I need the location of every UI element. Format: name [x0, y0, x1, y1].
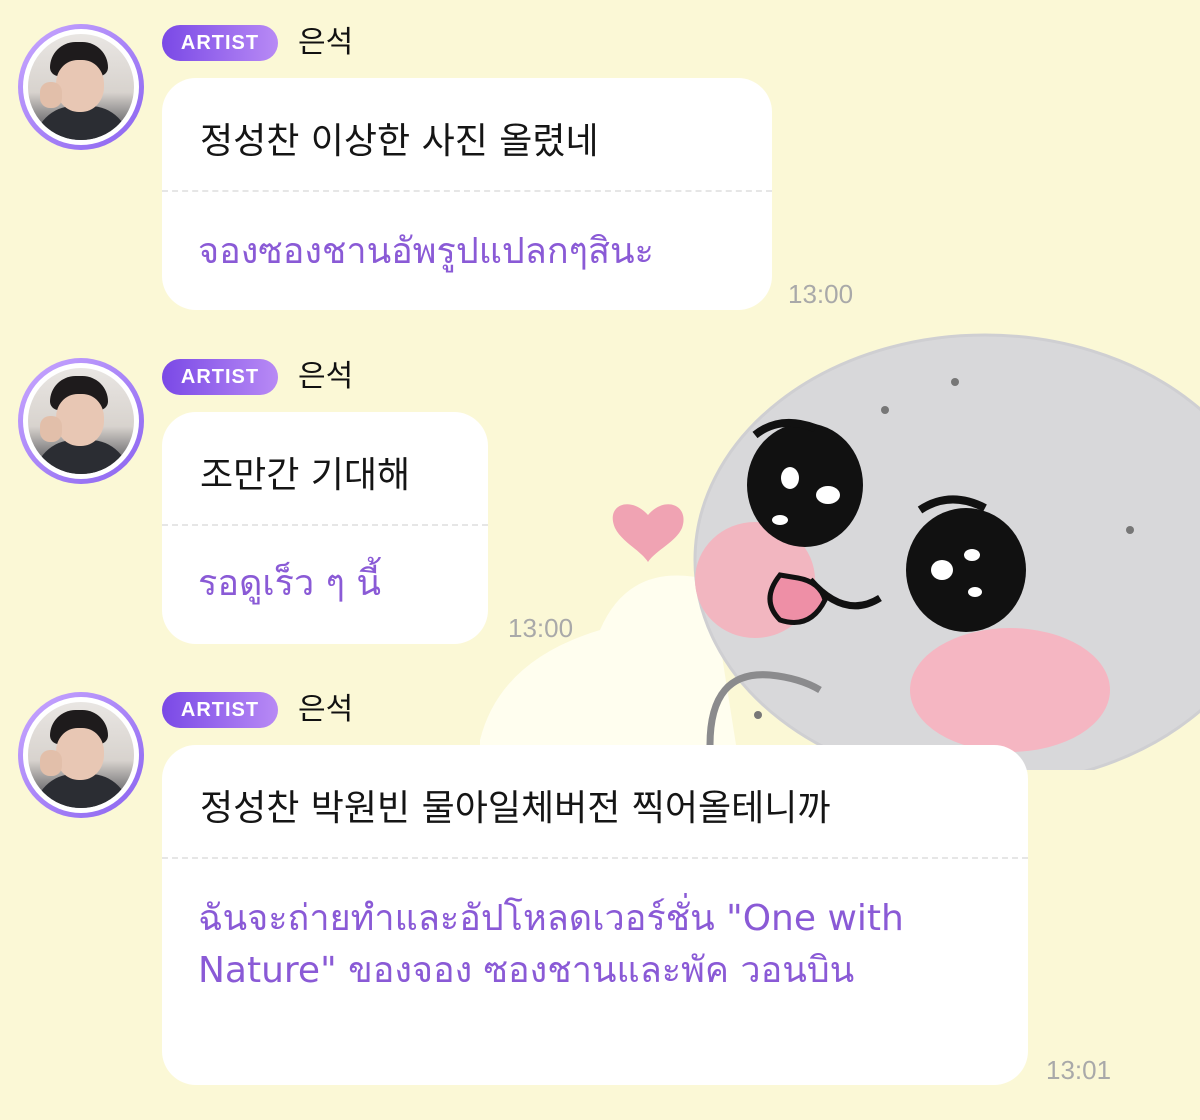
translation-text: รอดูเร็ว ๆ นี้	[198, 563, 382, 604]
artist-badge: ARTIST	[162, 359, 278, 395]
profile-photo	[28, 702, 134, 808]
timestamp: 13:01	[1046, 1055, 1112, 1085]
translation-text: ฉันจะถ่ายทำและอัปโหลดเวอร์ชั่น "One with…	[198, 898, 904, 991]
ghost-sticker-icon	[480, 333, 1200, 770]
avatar[interactable]	[18, 24, 144, 150]
sender-name: 은석	[298, 692, 354, 727]
sender-name: 은석	[298, 359, 354, 394]
timestamp: 13:00	[788, 279, 854, 309]
message-bubble[interactable]: 정성찬 이상한 사진 올렸네 จองซองชานอัพรูปแปลกๆสินะ	[162, 78, 772, 310]
divider	[162, 857, 1028, 859]
artist-badge: ARTIST	[162, 692, 278, 728]
translation-text: จองซองชานอัพรูปแปลกๆสินะ	[198, 231, 654, 272]
message-bubble[interactable]: 정성찬 박원빈 물아일체버전 찍어올테니까 ฉันจะถ่ายทำและอัปโ…	[162, 745, 1028, 1085]
timestamp: 13:00	[508, 613, 574, 643]
profile-photo	[28, 34, 134, 140]
message-text: 조만간 기대해	[200, 455, 411, 496]
message-text: 정성찬 이상한 사진 올렸네	[200, 121, 599, 162]
profile-photo	[28, 368, 134, 474]
artist-badge: ARTIST	[162, 25, 278, 61]
sender-name: 은석	[298, 25, 354, 60]
message-bubble[interactable]: 조만간 기대해 รอดูเร็ว ๆ นี้	[162, 412, 488, 644]
message-text: 정성찬 박원빈 물아일체버전 찍어올테니까	[200, 788, 831, 829]
avatar[interactable]	[18, 692, 144, 818]
divider	[162, 190, 772, 192]
divider	[162, 524, 488, 526]
avatar[interactable]	[18, 358, 144, 484]
